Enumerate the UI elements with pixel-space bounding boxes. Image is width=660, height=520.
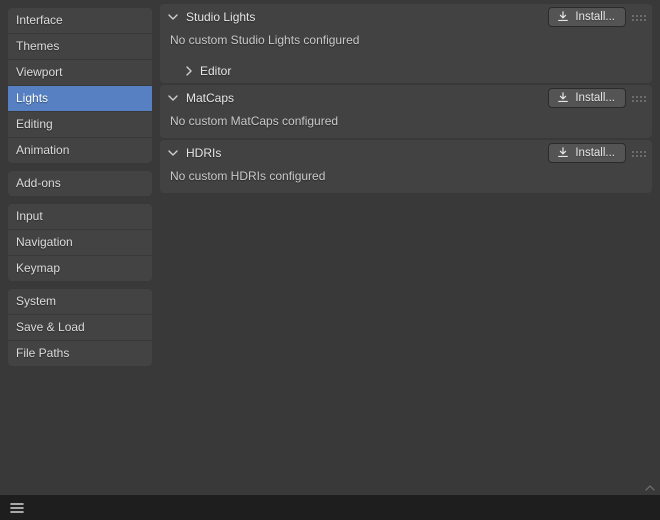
panel-body: No custom Studio Lights configured [160, 29, 652, 57]
panel-title: HDRIs [186, 146, 542, 160]
sidebar-item-animation[interactable]: Animation [8, 138, 152, 163]
chevron-down-icon[interactable] [166, 91, 180, 105]
install-button[interactable]: Install... [548, 7, 626, 27]
sidebar-item-label: Keymap [16, 261, 60, 275]
sidebar-item-label: Input [16, 209, 43, 223]
sidebar-item-viewport[interactable]: Viewport [8, 60, 152, 85]
download-icon [557, 147, 569, 159]
drag-handle-icon[interactable] [632, 149, 646, 157]
drag-handle-icon[interactable] [632, 94, 646, 102]
install-button[interactable]: Install... [548, 143, 626, 163]
sidebar-item-addons[interactable]: Add-ons [8, 171, 152, 196]
panel-header[interactable]: Studio Lights Install... [160, 4, 652, 29]
sidebar-group: Input Navigation Keymap [8, 204, 152, 281]
sidebar-item-label: Lights [16, 91, 48, 105]
subpanel-title: Editor [200, 64, 231, 78]
sidebar-item-label: System [16, 294, 56, 308]
sidebar-item-save-load[interactable]: Save & Load [8, 315, 152, 340]
panel-title: MatCaps [186, 91, 542, 105]
sidebar-item-system[interactable]: System [8, 289, 152, 314]
footer-bar [0, 495, 660, 520]
sidebar-item-keymap[interactable]: Keymap [8, 256, 152, 281]
sidebar-item-label: Themes [16, 39, 59, 53]
install-button-label: Install... [575, 11, 615, 23]
sidebar-item-label: Navigation [16, 235, 73, 249]
sidebar-item-navigation[interactable]: Navigation [8, 230, 152, 255]
download-icon [557, 11, 569, 23]
preferences-main: Studio Lights Install... No custom Studio … [160, 0, 660, 520]
sidebar-item-label: File Paths [16, 346, 69, 360]
sidebar-item-editing[interactable]: Editing [8, 112, 152, 137]
panel-header[interactable]: MatCaps Install... [160, 85, 652, 110]
sidebar-item-label: Viewport [16, 65, 62, 79]
install-button[interactable]: Install... [548, 88, 626, 108]
sidebar-item-label: Editing [16, 117, 53, 131]
panel-message: No custom MatCaps configured [170, 114, 642, 128]
panel-message: No custom HDRIs configured [170, 169, 642, 183]
download-icon [557, 92, 569, 104]
subpanel-editor[interactable]: Editor [160, 57, 652, 83]
chevron-down-icon[interactable] [166, 146, 180, 160]
panel-body: No custom HDRIs configured [160, 165, 652, 193]
install-button-label: Install... [575, 92, 615, 104]
sidebar-group: Add-ons [8, 171, 152, 196]
panel-body: No custom MatCaps configured [160, 110, 652, 138]
sidebar-item-label: Save & Load [16, 320, 85, 334]
sidebar-item-interface[interactable]: Interface [8, 8, 152, 33]
panel-message: No custom Studio Lights configured [170, 33, 642, 47]
install-button-label: Install... [575, 147, 615, 159]
panel-studio-lights: Studio Lights Install... No custom Studio … [160, 4, 652, 83]
sidebar-item-file-paths[interactable]: File Paths [8, 341, 152, 366]
drag-handle-icon[interactable] [632, 13, 646, 21]
chevron-down-icon[interactable] [166, 10, 180, 24]
collapse-caret-icon[interactable] [644, 482, 656, 494]
panel-hdris: HDRIs Install... No custom HDRIs configure… [160, 140, 652, 193]
panel-header[interactable]: HDRIs Install... [160, 140, 652, 165]
chevron-right-icon[interactable] [182, 64, 196, 78]
sidebar-item-lights[interactable]: Lights [8, 86, 152, 111]
sidebar-item-label: Interface [16, 13, 63, 27]
sidebar-item-label: Animation [16, 143, 69, 157]
panel-title: Studio Lights [186, 10, 542, 24]
sidebar-item-label: Add-ons [16, 176, 61, 190]
sidebar-group: Interface Themes Viewport Lights Editing Anim… [8, 8, 152, 163]
hamburger-menu-icon[interactable] [8, 499, 26, 517]
panel-matcaps: MatCaps Install... No custom MatCaps confi… [160, 85, 652, 138]
sidebar-group: System Save & Load File Paths [8, 289, 152, 366]
sidebar-item-themes[interactable]: Themes [8, 34, 152, 59]
preferences-sidebar: Interface Themes Viewport Lights Editing Anim… [0, 0, 160, 520]
sidebar-item-input[interactable]: Input [8, 204, 152, 229]
